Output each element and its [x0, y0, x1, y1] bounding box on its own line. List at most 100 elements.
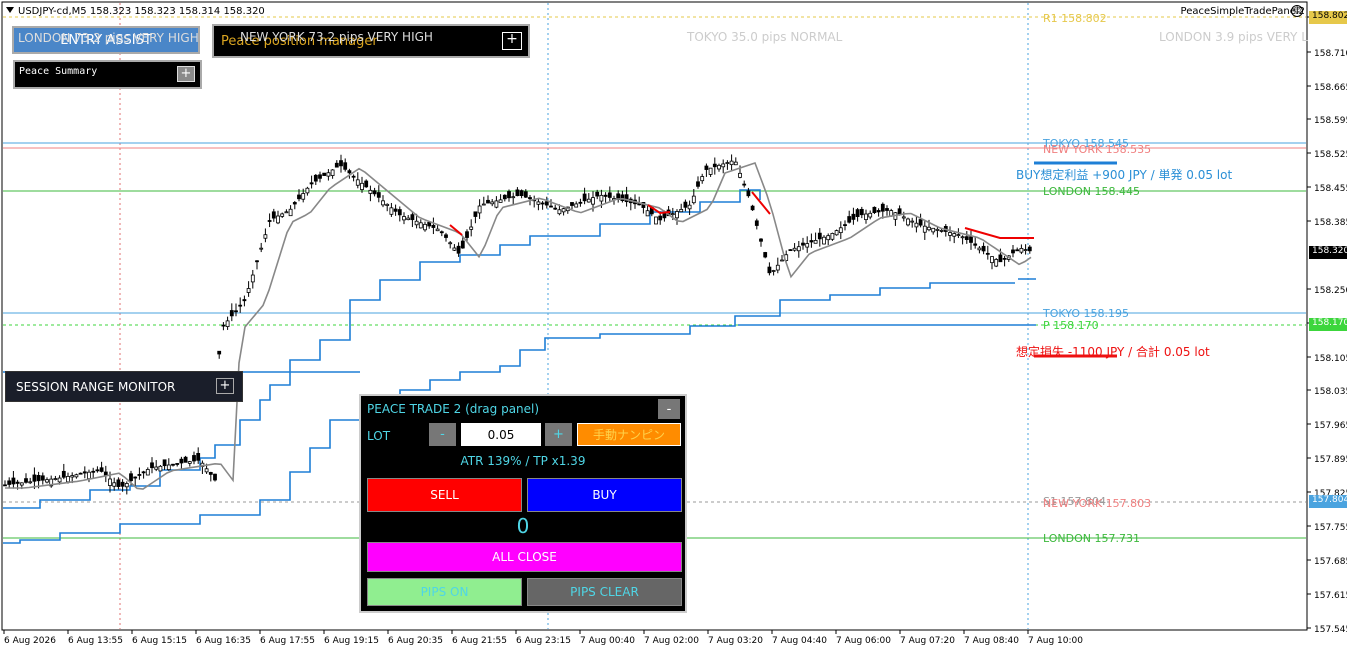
manual-nanpin-button[interactable]: 手動ナンピン: [577, 423, 681, 446]
pips-on-button[interactable]: PIPS ON: [367, 578, 522, 606]
price-tick-label: 158.105: [1314, 354, 1347, 364]
candle-body: [213, 473, 217, 481]
time-tick-label: 6 Aug 15:15: [132, 636, 187, 646]
lot-plus-button[interactable]: +: [545, 423, 572, 446]
candle-body: [204, 468, 209, 473]
candle-body: [129, 473, 133, 482]
candle-body: [813, 239, 818, 244]
candle-body: [448, 242, 453, 245]
candle-body: [116, 479, 121, 487]
candle-body: [259, 247, 264, 250]
london-session-overlay: LONDON 73.2 pips VERY HIGH: [18, 31, 199, 45]
candle-body: [313, 174, 318, 182]
candle-body: [1027, 246, 1032, 252]
candle-body: [435, 228, 440, 232]
candle-body: [990, 256, 994, 264]
candle-body: [817, 232, 822, 240]
lot-input[interactable]: 0.05: [461, 423, 541, 446]
candle-body: [935, 228, 940, 231]
candle-body: [45, 479, 49, 483]
candle-body: [822, 236, 826, 245]
price-tick-label: 158.595: [1314, 116, 1347, 126]
candle-body: [234, 310, 238, 313]
ea-name: PeaceSimpleTradePanel2: [1180, 6, 1305, 17]
candle-body: [708, 167, 713, 175]
pips-clear-button[interactable]: PIPS CLEAR: [527, 578, 682, 606]
candle-body: [389, 207, 394, 215]
sell-button[interactable]: SELL: [367, 478, 522, 512]
candle-body: [150, 462, 154, 469]
tokyo-session-label: TOKYO 35.0 pips NORMAL: [687, 30, 843, 44]
minimize-button[interactable]: -: [658, 399, 680, 419]
candle-body: [843, 224, 847, 226]
candle-body: [582, 193, 587, 202]
candle-body: [444, 234, 448, 238]
candle-body: [402, 216, 406, 221]
buy-button[interactable]: BUY: [527, 478, 682, 512]
candle-body: [754, 220, 759, 226]
candle-body: [969, 236, 973, 243]
candle-body: [834, 230, 839, 236]
candle-body: [15, 481, 20, 484]
candle-body: [179, 458, 184, 464]
session-range-plus-button[interactable]: +: [216, 378, 234, 394]
candle-body: [427, 221, 432, 227]
candle-body: [267, 220, 272, 222]
symbol-header: USDJPY-cd,M5 158.323 158.323 158.314 158…: [6, 6, 265, 17]
time-tick-label: 6 Aug 13:55: [68, 636, 123, 646]
candle-body: [977, 247, 982, 251]
dropdown-icon[interactable]: [6, 7, 14, 13]
candle-body: [910, 220, 915, 223]
candle-body: [511, 196, 516, 199]
candle-body: [553, 207, 558, 210]
lot-minus-button[interactable]: -: [429, 423, 456, 446]
peace-summary-plus-button[interactable]: +: [177, 66, 195, 82]
candle-body: [477, 205, 482, 214]
candle-body: [103, 471, 108, 476]
candle-body: [490, 201, 495, 205]
candle-body: [192, 455, 196, 462]
trade-panel-title[interactable]: PEACE TRADE 2 (drag panel): [367, 402, 539, 416]
candle-body: [981, 245, 986, 252]
candle-body: [221, 324, 226, 327]
price-tick-label: 158.665: [1314, 83, 1347, 93]
position-manager-plus-button[interactable]: +: [502, 32, 522, 50]
candle-body: [95, 469, 100, 472]
candle-body: [948, 232, 952, 236]
candle-body: [645, 210, 650, 217]
candle-body: [145, 469, 150, 476]
candle-body: [901, 216, 906, 219]
candle-body: [570, 202, 574, 206]
london-high-label: LONDON 158.445: [1043, 185, 1140, 198]
candle-body: [658, 215, 663, 221]
candle-body: [763, 252, 768, 258]
candle-body: [456, 245, 461, 254]
candle-body: [746, 190, 751, 197]
candle-body: [738, 172, 742, 178]
candle-body: [868, 212, 873, 218]
candle-body: [305, 187, 310, 194]
candle-body: [1019, 247, 1024, 253]
trade-panel[interactable]: PEACE TRADE 2 (drag panel) - LOT - 0.05 …: [359, 394, 687, 613]
candle-body: [431, 224, 436, 228]
candle-body: [473, 211, 478, 217]
candle-body: [393, 208, 398, 212]
candle-body: [675, 211, 679, 219]
time-tick-label: 7 Aug 00:40: [580, 636, 635, 646]
candle-body: [87, 471, 91, 479]
candle-body: [276, 215, 280, 224]
candle-body: [847, 216, 852, 223]
price-tick-label: 158.035: [1314, 387, 1347, 397]
candle-body: [872, 206, 877, 214]
candle-body: [318, 174, 322, 179]
candle-body: [481, 203, 486, 206]
candle-body: [931, 227, 936, 233]
candle-body: [985, 252, 990, 255]
candle-body: [82, 471, 87, 474]
candle-body: [1015, 249, 1020, 252]
all-close-button[interactable]: ALL CLOSE: [367, 542, 682, 572]
candle-body: [452, 247, 457, 251]
newyork-session-label: NEW YORK 73.2 pips VERY HIGH: [240, 30, 433, 44]
candle-body: [838, 227, 843, 234]
s1-price-tag: 157.804: [1309, 495, 1347, 508]
